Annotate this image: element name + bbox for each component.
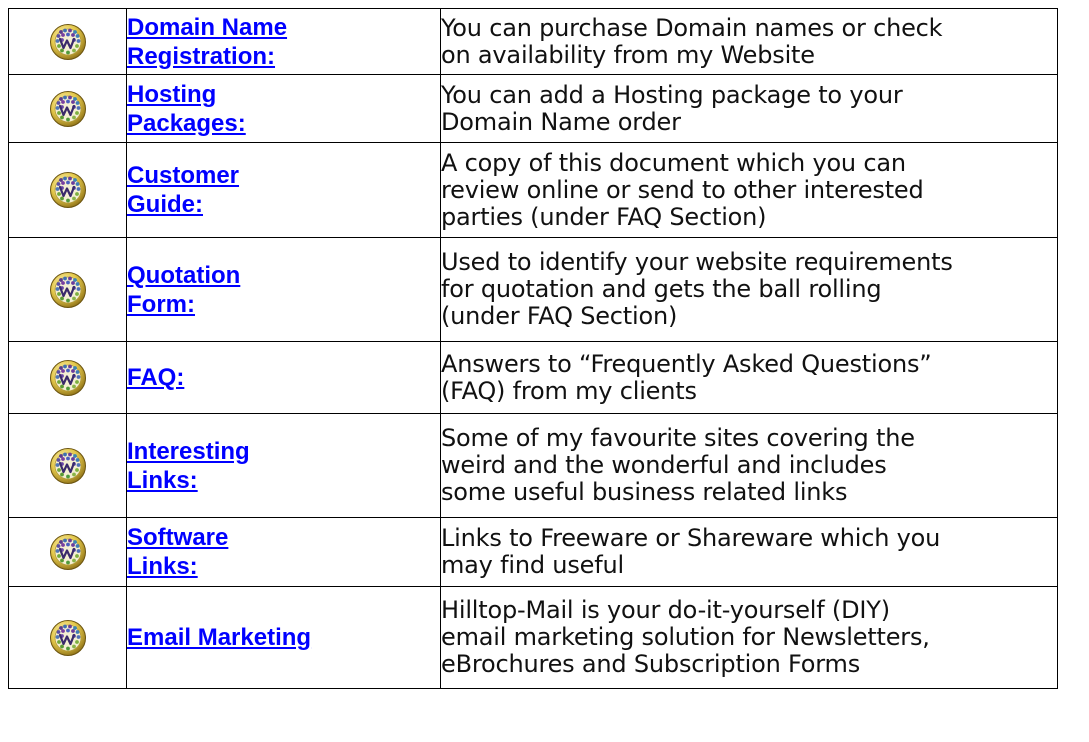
globe-logo-icon	[49, 271, 87, 309]
software-links-link[interactable]: Software Links:	[128, 523, 229, 581]
table-row: Software Links: Links to Freeware or Sha…	[8, 517, 1058, 587]
table-row: Hosting Packages: You can add a Hosting …	[8, 74, 1058, 143]
globe-logo-icon	[49, 171, 87, 209]
icon-cell	[8, 341, 127, 414]
service-description: A copy of this document which you can re…	[441, 148, 924, 231]
table-row: Email Marketing Hilltop-Mail is your do-…	[8, 586, 1058, 689]
globe-logo-icon	[49, 533, 87, 571]
service-description: Links to Freeware or Shareware which you…	[441, 524, 941, 579]
desc-cell: Some of my favourite sites covering the …	[440, 413, 1058, 518]
service-description: You can add a Hosting package to your Do…	[441, 80, 903, 136]
desc-cell: Used to identify your website requiremen…	[440, 237, 1058, 342]
hosting-packages-link[interactable]: Hosting Packages:	[128, 80, 246, 138]
table-row: Quotation Form: Used to identify your we…	[8, 237, 1058, 342]
faq-link[interactable]: FAQ:	[128, 363, 185, 392]
link-cell: Email Marketing	[126, 586, 441, 689]
globe-logo-icon	[49, 619, 87, 657]
link-cell: Hosting Packages:	[126, 74, 441, 143]
icon-cell	[8, 517, 127, 587]
desc-cell: Answers to “Frequently Asked Questions” …	[440, 341, 1058, 414]
desc-cell: Hilltop-Mail is your do-it-yourself (DIY…	[440, 586, 1058, 689]
quotation-form-link[interactable]: Quotation Form:	[128, 261, 241, 319]
globe-logo-icon	[49, 23, 87, 61]
link-cell: Customer Guide:	[126, 142, 441, 238]
service-description: Used to identify your website requiremen…	[441, 248, 953, 330]
service-description: Answers to “Frequently Asked Questions” …	[441, 349, 932, 405]
icon-cell	[8, 413, 127, 518]
desc-cell: You can purchase Domain names or check o…	[440, 8, 1058, 75]
table-row: Customer Guide: A copy of this document …	[8, 142, 1058, 238]
desc-cell: Links to Freeware or Shareware which you…	[440, 517, 1058, 587]
domain-name-registration-link[interactable]: Domain Name Registration:	[128, 13, 288, 71]
email-marketing-link[interactable]: Email Marketing	[128, 623, 312, 652]
link-cell: Interesting Links:	[126, 413, 441, 518]
icon-cell	[8, 142, 127, 238]
globe-logo-icon	[49, 90, 87, 128]
link-cell: Software Links:	[126, 517, 441, 587]
service-description: You can purchase Domain names or check o…	[441, 13, 943, 69]
globe-logo-icon	[49, 359, 87, 397]
link-cell: Quotation Form:	[126, 237, 441, 342]
desc-cell: A copy of this document which you can re…	[440, 142, 1058, 238]
service-description: Some of my favourite sites covering the …	[441, 424, 915, 506]
services-table: Domain Name Registration: You can purcha…	[8, 8, 1058, 689]
globe-logo-icon	[49, 447, 87, 485]
interesting-links-link[interactable]: Interesting Links:	[128, 437, 250, 495]
desc-cell: You can add a Hosting package to your Do…	[440, 74, 1058, 143]
icon-cell	[8, 237, 127, 342]
icon-cell	[8, 586, 127, 689]
customer-guide-link[interactable]: Customer Guide:	[128, 161, 240, 219]
table-row: Domain Name Registration: You can purcha…	[8, 8, 1058, 75]
service-description: Hilltop-Mail is your do-it-yourself (DIY…	[441, 596, 930, 678]
link-cell: Domain Name Registration:	[126, 8, 441, 75]
table-row: FAQ: Answers to “Frequently Asked Questi…	[8, 341, 1058, 414]
table-row: Interesting Links: Some of my favourite …	[8, 413, 1058, 518]
icon-cell	[8, 8, 127, 75]
icon-cell	[8, 74, 127, 143]
link-cell: FAQ:	[126, 341, 441, 414]
